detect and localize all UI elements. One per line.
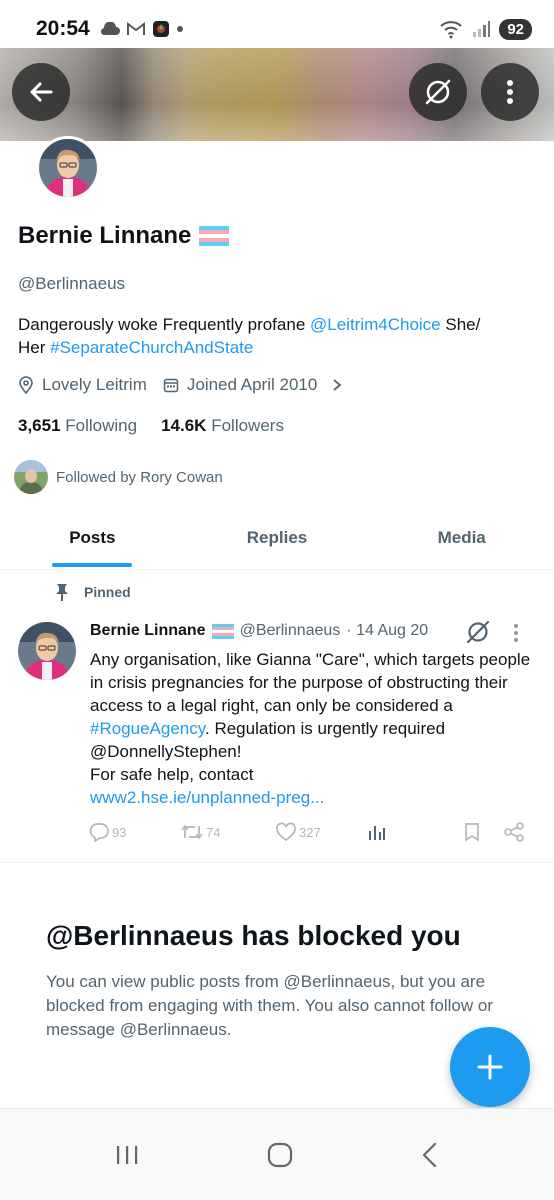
share-icon bbox=[504, 822, 524, 842]
more-vertical-icon[interactable] bbox=[512, 622, 520, 644]
bio-text: Dangerously woke Frequently profane bbox=[18, 315, 310, 334]
home-icon[interactable] bbox=[267, 1142, 293, 1168]
trans-flag-icon bbox=[199, 226, 230, 246]
tab-posts[interactable]: Posts bbox=[0, 506, 185, 569]
profile-joined: Joined April 2010 bbox=[186, 375, 318, 394]
plus-icon bbox=[477, 1054, 503, 1080]
post-hashtag-link[interactable]: #RogueAgency bbox=[90, 719, 205, 738]
more-options-button[interactable] bbox=[481, 63, 539, 121]
notification-icons bbox=[100, 20, 184, 38]
like-button[interactable]: 327 bbox=[275, 822, 367, 842]
profile-handle: @Berlinnaeus bbox=[18, 274, 126, 293]
app-icon bbox=[152, 21, 169, 37]
share-button[interactable] bbox=[503, 822, 525, 842]
bookmark-icon bbox=[465, 823, 479, 842]
profile-bio: Dangerously woke Frequently profane @Lei… bbox=[18, 313, 538, 359]
active-tab-indicator bbox=[52, 563, 133, 567]
tab-label: Media bbox=[437, 527, 486, 547]
grok-icon[interactable] bbox=[464, 618, 492, 646]
system-icons: 92 bbox=[439, 18, 532, 40]
status-time: 20:54 bbox=[36, 17, 90, 40]
post-divider bbox=[0, 862, 554, 863]
dot-icon bbox=[176, 26, 183, 32]
back-button[interactable] bbox=[12, 63, 70, 121]
repost-count: 74 bbox=[206, 824, 221, 840]
tab-replies[interactable]: Replies bbox=[185, 506, 370, 569]
tab-label: Posts bbox=[69, 527, 116, 547]
followers-count: 14.6K bbox=[161, 416, 207, 435]
compose-button[interactable] bbox=[450, 1027, 530, 1107]
pin-icon bbox=[56, 584, 68, 601]
bio-text: She/ bbox=[440, 315, 481, 334]
post-date: · 14 Aug 20 bbox=[346, 622, 429, 639]
followed-by-text: Followed by Rory Cowan bbox=[56, 468, 223, 486]
back-icon[interactable] bbox=[420, 1142, 440, 1168]
following-count: 3,651 bbox=[18, 416, 61, 435]
signal-icon bbox=[473, 21, 491, 37]
profile-banner bbox=[0, 48, 554, 141]
profile-name-row: Bernie Linnane bbox=[18, 222, 230, 250]
like-count: 327 bbox=[299, 824, 321, 840]
following-link[interactable]: 3,651 Following bbox=[18, 416, 137, 436]
pinned-label: Pinned bbox=[84, 584, 131, 600]
tab-media[interactable]: Media bbox=[369, 506, 554, 569]
post-author-handle: @Berlinnaeus bbox=[239, 622, 341, 639]
location-icon bbox=[19, 376, 33, 394]
repost-icon bbox=[181, 824, 203, 840]
wifi-icon bbox=[440, 21, 462, 39]
followers-link[interactable]: 14.6K Followers bbox=[161, 416, 284, 436]
system-navigation-bar bbox=[0, 1109, 554, 1200]
views-button[interactable] bbox=[367, 822, 463, 842]
gmail-icon bbox=[126, 22, 145, 35]
chevron-right-icon[interactable] bbox=[331, 378, 343, 392]
bookmark-button[interactable] bbox=[463, 822, 503, 842]
profile-name: Bernie Linnane bbox=[18, 222, 192, 249]
calendar-icon bbox=[163, 378, 179, 393]
profile-tabs: Posts Replies Media bbox=[0, 506, 554, 570]
like-icon bbox=[276, 822, 296, 842]
recent-apps-icon[interactable] bbox=[114, 1144, 140, 1166]
pinned-indicator: Pinned bbox=[54, 582, 131, 602]
post-text: Any organisation, like Gianna "Care", wh… bbox=[90, 650, 531, 715]
more-vertical-icon bbox=[507, 80, 513, 104]
views-icon bbox=[369, 826, 385, 840]
post-author-avatar[interactable] bbox=[18, 622, 76, 680]
post-actions: 93 74 327 bbox=[88, 818, 534, 846]
cloud-icon bbox=[100, 22, 120, 36]
bio-text: Her bbox=[18, 338, 51, 357]
repost-button[interactable]: 74 bbox=[180, 822, 275, 842]
bio-mention-link[interactable]: @Leitrim4Choice bbox=[310, 315, 441, 334]
reply-button[interactable]: 93 bbox=[88, 822, 180, 842]
bio-hashtag-link[interactable]: #SeparateChurchAndState bbox=[50, 338, 253, 357]
grok-button[interactable] bbox=[409, 63, 467, 121]
followed-by-row[interactable]: Followed by Rory Cowan bbox=[14, 460, 223, 494]
blocked-message: You can view public posts from @Berlinna… bbox=[46, 972, 493, 1039]
follow-stats: 3,651 Following 14.6K Followers bbox=[18, 416, 284, 436]
battery-badge: 92 bbox=[499, 18, 532, 40]
post-author-name[interactable]: Bernie Linnane bbox=[90, 622, 206, 640]
tab-label: Replies bbox=[246, 527, 308, 547]
post-url-link[interactable]: www2.hse.ie/unplanned-preg... bbox=[90, 788, 324, 807]
followers-label: Followers bbox=[211, 416, 284, 435]
following-label: Following bbox=[65, 416, 138, 435]
post-header: Bernie Linnane @Berlinnaeus · 14 Aug 20 bbox=[90, 622, 428, 640]
reply-count: 93 bbox=[112, 824, 127, 840]
post-text: For safe help, contact bbox=[90, 765, 254, 784]
profile-location: Lovely Leitrim bbox=[42, 375, 147, 394]
profile-avatar[interactable] bbox=[36, 136, 100, 200]
post-body: Any organisation, like Gianna "Care", wh… bbox=[90, 648, 540, 809]
blocked-title: @Berlinnaeus has blocked you bbox=[46, 920, 461, 951]
reply-icon bbox=[89, 823, 109, 842]
profile-meta: Lovely Leitrim Joined April 2010 bbox=[18, 375, 343, 395]
back-arrow-icon bbox=[30, 82, 53, 102]
follower-avatar bbox=[14, 460, 48, 494]
trans-flag-icon bbox=[211, 623, 234, 639]
grok-icon bbox=[425, 79, 451, 105]
